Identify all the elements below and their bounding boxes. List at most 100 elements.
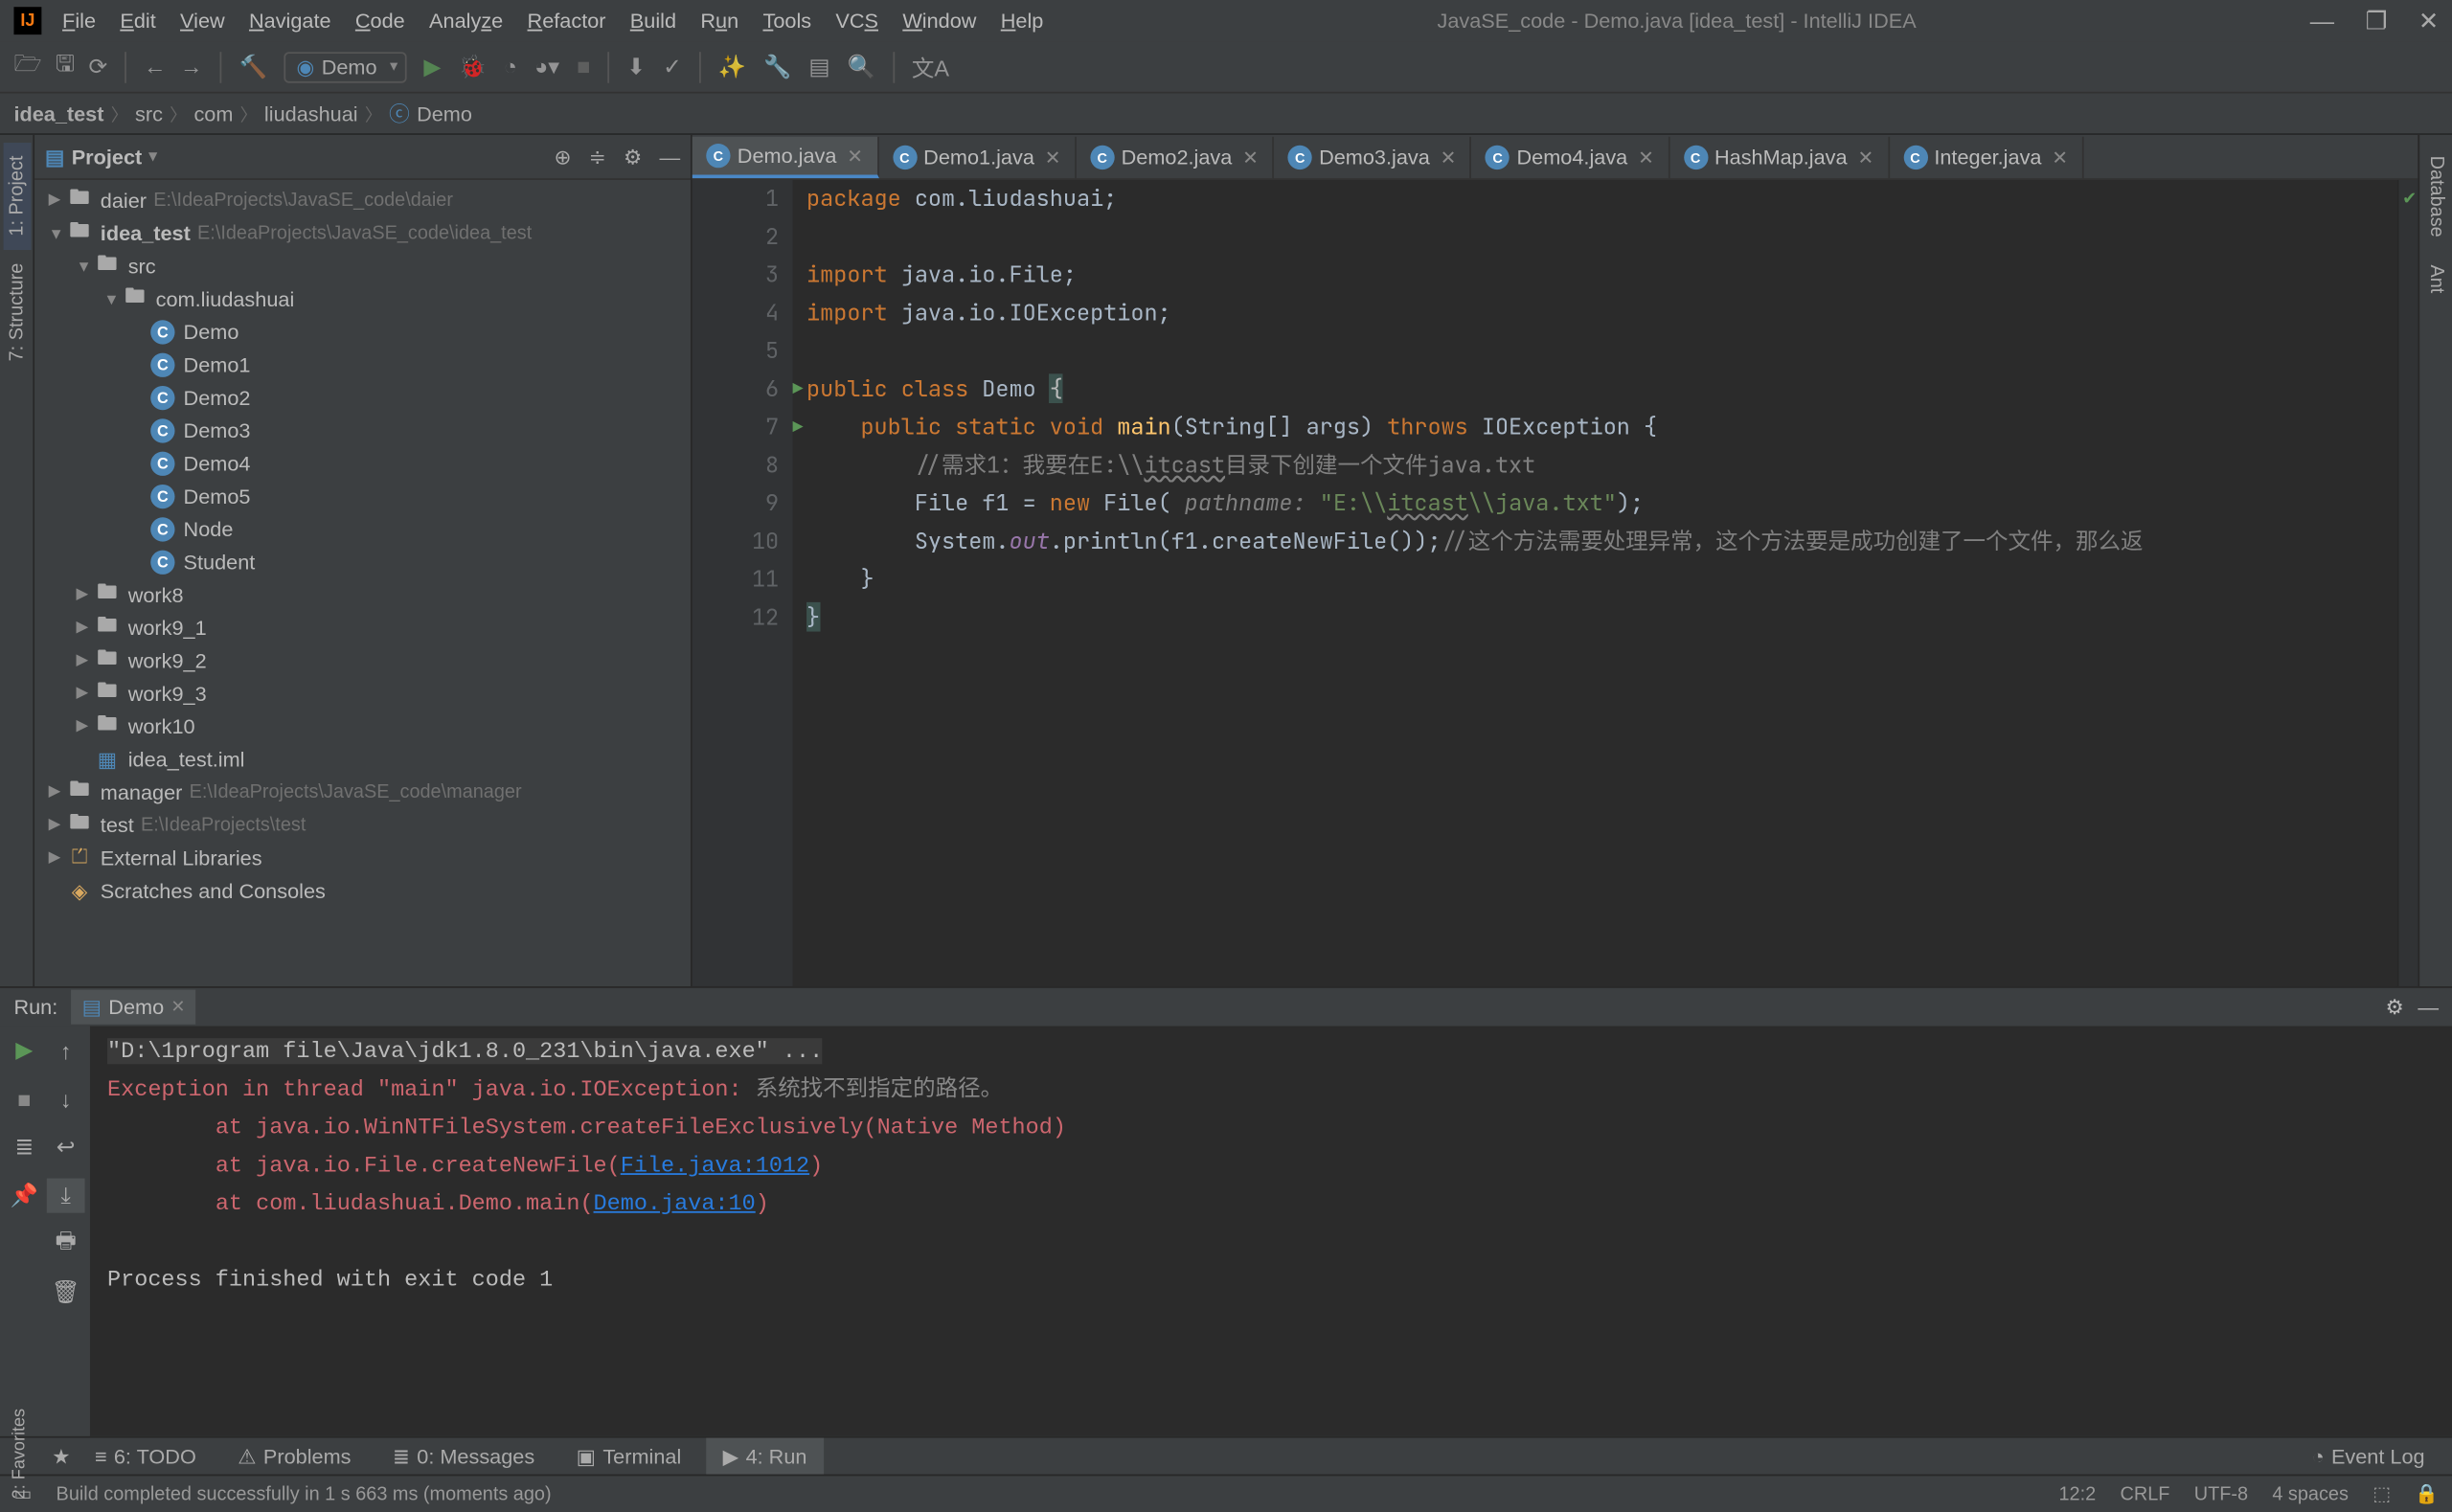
editor-tab-demo2-java[interactable]: CDemo2.java✕ (1077, 137, 1274, 178)
tree-node-student[interactable]: CStudent (34, 545, 691, 577)
stop-button[interactable]: ■ (577, 54, 590, 79)
menu-refactor[interactable]: Refactor (528, 9, 606, 33)
rerun-button[interactable]: ▶ (5, 1033, 43, 1068)
crumb-project[interactable]: idea_test (13, 102, 103, 125)
sync-button[interactable]: ⟳ (89, 53, 108, 80)
database-tool-tab[interactable]: Database (2422, 142, 2450, 251)
scroll-end-button[interactable]: ⤓ (47, 1179, 85, 1213)
structure-tool-tab[interactable]: 7: Structure (3, 250, 31, 376)
messages-tab[interactable]: ≣ 0: Messages (375, 1438, 553, 1475)
editor-tab-demo4-java[interactable]: CDemo4.java✕ (1472, 137, 1669, 178)
vcs-commit-button[interactable]: ✓ (663, 53, 682, 80)
problems-tab[interactable]: ⚠ Problems (220, 1438, 368, 1475)
todo-tab[interactable]: ≡ 6: TODO (78, 1438, 214, 1475)
menu-analyze[interactable]: Analyze (429, 9, 503, 33)
maximize-button[interactable]: ❐ (2366, 6, 2388, 35)
crumb-src[interactable]: src (135, 102, 163, 125)
tree-node-idea-test-iml[interactable]: ▦idea_test.iml (34, 742, 691, 775)
clear-button[interactable]: 🗑 (47, 1275, 85, 1310)
tree-node-manager[interactable]: ▶🖿managerE:\IdeaProjects\JavaSE_code\man… (34, 776, 691, 808)
lock-icon[interactable]: 🔒 (2415, 1483, 2439, 1505)
tree-node-test[interactable]: ▶🖿testE:\IdeaProjects\test (34, 808, 691, 841)
tree-node-external-libraries[interactable]: ▶⏍External Libraries (34, 841, 691, 873)
stacktrace-link-file[interactable]: File.java:1012 (621, 1152, 809, 1178)
caret-position[interactable]: 12:2 (2058, 1484, 2096, 1505)
project-tree[interactable]: ▶🖿daierE:\IdeaProjects\JavaSE_code\daier… (34, 180, 691, 986)
tree-node-work9-1[interactable]: ▶🖿work9_1 (34, 611, 691, 643)
run-settings-icon[interactable]: ⚙ (2385, 995, 2403, 1019)
event-log-tab[interactable]: ◔ Event Log (2295, 1438, 2442, 1475)
settings-icon[interactable]: ⚙ (624, 145, 642, 169)
run-tab[interactable]: ▶ 4: Run (706, 1438, 825, 1475)
tree-node-com-liudashuai[interactable]: ▼🖿com.liudashuai (34, 282, 691, 315)
menu-edit[interactable]: Edit (120, 9, 155, 33)
project-structure-button[interactable]: ▤ (808, 53, 829, 80)
code-content[interactable]: package com.liudashuai; import java.io.F… (793, 180, 2397, 986)
back-button[interactable]: ← (144, 54, 166, 79)
translate-button[interactable]: 文A (912, 50, 949, 82)
vcs-update-button[interactable]: ⬇ (626, 53, 646, 80)
menu-help[interactable]: Help (1001, 9, 1044, 33)
tree-node-demo1[interactable]: CDemo1 (34, 348, 691, 380)
memory-indicator[interactable]: ⬚ (2373, 1483, 2391, 1505)
build-button[interactable]: 🔨 (239, 53, 267, 80)
terminal-tab[interactable]: ▣ Terminal (559, 1438, 699, 1475)
file-encoding[interactable]: UTF-8 (2194, 1484, 2248, 1505)
layout-button[interactable]: ≣ (5, 1130, 43, 1164)
tree-node-demo4[interactable]: CDemo4 (34, 446, 691, 479)
menu-code[interactable]: Code (355, 9, 405, 33)
crumb-class[interactable]: Demo (417, 102, 472, 125)
wrench-button[interactable]: 🔧 (763, 53, 791, 80)
menu-window[interactable]: Window (902, 9, 976, 33)
menu-build[interactable]: Build (630, 9, 676, 33)
close-button[interactable]: ✕ (2418, 6, 2439, 35)
profile-button[interactable]: ◕▾ (534, 53, 559, 80)
editor-gutter[interactable]: 123456▶7▶89101112 (692, 180, 793, 986)
tree-node-demo2[interactable]: CDemo2 (34, 381, 691, 414)
save-button[interactable]: 🖫 (56, 48, 75, 86)
pin-button[interactable]: 📌 (5, 1179, 43, 1213)
menu-tools[interactable]: Tools (762, 9, 811, 33)
minimize-button[interactable]: — (2310, 6, 2334, 35)
up-stack-button[interactable]: ↑ (47, 1033, 85, 1068)
line-separator[interactable]: CRLF (2120, 1484, 2169, 1505)
select-open-file-icon[interactable]: ⊕ (554, 145, 571, 169)
run-button[interactable]: ▶ (423, 53, 441, 80)
tree-node-node[interactable]: CNode (34, 512, 691, 545)
expand-all-icon[interactable]: ≑ (589, 145, 606, 169)
tree-node-work9-2[interactable]: ▶🖿work9_2 (34, 643, 691, 676)
tree-node-work10[interactable]: ▶🖿work10 (34, 710, 691, 742)
menu-view[interactable]: View (180, 9, 225, 33)
debug-button[interactable]: 🐞 (458, 53, 486, 80)
crumb-com[interactable]: com (193, 102, 233, 125)
wand-button[interactable]: ✨ (718, 53, 746, 80)
editor-tab-hashmap-java[interactable]: CHashMap.java✕ (1669, 137, 1889, 178)
console-output[interactable]: "D:\1program file\Java\jdk1.8.0_231\bin\… (90, 1027, 2452, 1436)
tree-node-demo5[interactable]: CDemo5 (34, 480, 691, 512)
run-panel-tab[interactable]: ▤ Demo ✕ (72, 990, 196, 1025)
hide-panel-icon[interactable]: — (659, 145, 680, 169)
editor-tab-demo3-java[interactable]: CDemo3.java✕ (1274, 137, 1471, 178)
menu-navigate[interactable]: Navigate (249, 9, 331, 33)
editor-tab-demo-java[interactable]: CDemo.java✕ (692, 137, 878, 178)
open-button[interactable]: 🗁 (13, 48, 41, 86)
crumb-pkg[interactable]: liudashuai (264, 102, 358, 125)
editor-tab-demo1-java[interactable]: CDemo1.java✕ (878, 137, 1076, 178)
editor-tab-integer-java[interactable]: CInteger.java✕ (1889, 137, 2083, 178)
wrap-button[interactable]: ↩ (47, 1130, 85, 1164)
tree-node-work8[interactable]: ▶🖿work8 (34, 578, 691, 611)
coverage-button[interactable]: ◔ (504, 54, 517, 79)
tree-node-demo3[interactable]: CDemo3 (34, 414, 691, 446)
error-stripe[interactable]: ✔ (2397, 180, 2418, 986)
menu-run[interactable]: Run (700, 9, 738, 33)
tree-node-src[interactable]: ▼🖿src (34, 249, 691, 282)
tree-node-idea-test[interactable]: ▼🖿idea_testE:\IdeaProjects\JavaSE_code\i… (34, 216, 691, 249)
down-stack-button[interactable]: ↓ (47, 1081, 85, 1116)
indent-setting[interactable]: 4 spaces (2272, 1484, 2349, 1505)
tree-node-daier[interactable]: ▶🖿daierE:\IdeaProjects\JavaSE_code\daier (34, 184, 691, 216)
run-config-selector[interactable]: ◉ Demo (284, 51, 406, 82)
menu-file[interactable]: File (62, 9, 96, 33)
project-tool-tab[interactable]: 1: Project (3, 142, 31, 250)
tree-node-work9-3[interactable]: ▶🖿work9_3 (34, 677, 691, 710)
menu-vcs[interactable]: VCS (835, 9, 878, 33)
